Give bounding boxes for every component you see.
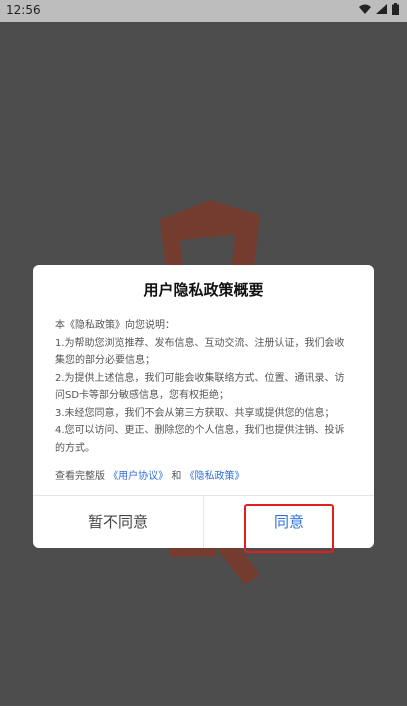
status-bar: 12:56 bbox=[0, 0, 407, 22]
body-line: 4.您可以访问、更正、删除您的个人信息，我们也提供注销、投诉的方式。 bbox=[55, 425, 345, 454]
privacy-policy-link[interactable]: 《隐私政策》 bbox=[185, 471, 245, 482]
agree-highlight-box bbox=[244, 504, 334, 553]
dialog-title: 用户隐私政策概要 bbox=[143, 281, 264, 299]
signal-icon bbox=[376, 4, 387, 14]
body-line: 3.未经您同意，我们不会从第三方获取、共享或提供您的信息； bbox=[55, 407, 335, 419]
dialog-footer: 查看完整版 《用户协议》 和 《隐私政策》 bbox=[55, 467, 245, 482]
body-line: 1.为帮助您浏览推荐、发布信息、互动交流、注册认证，我们会收集您的部分必要信息； bbox=[55, 337, 345, 367]
dialog-body: 本《隐私政策》向您说明： 1.为帮助您浏览推荐、发布信息、互动交流、注册认证，我… bbox=[55, 317, 353, 457]
user-agreement-link[interactable]: 《用户协议》 bbox=[108, 471, 168, 482]
wifi-icon bbox=[359, 4, 371, 14]
footer-prefix: 查看完整版 bbox=[55, 471, 105, 482]
body-line: 本《隐私政策》向您说明： bbox=[55, 320, 175, 331]
navigation-bar bbox=[0, 706, 407, 720]
decline-button[interactable]: 暂不同意 bbox=[33, 496, 203, 548]
body-line: 2.为提供上述信息，我们可能会收集联络方式、位置、通讯录、访问SD卡等部分敏感信… bbox=[55, 372, 345, 402]
status-time: 12:56 bbox=[6, 3, 41, 17]
battery-icon bbox=[392, 3, 399, 15]
status-icons bbox=[359, 3, 399, 15]
footer-and: 和 bbox=[171, 471, 182, 482]
